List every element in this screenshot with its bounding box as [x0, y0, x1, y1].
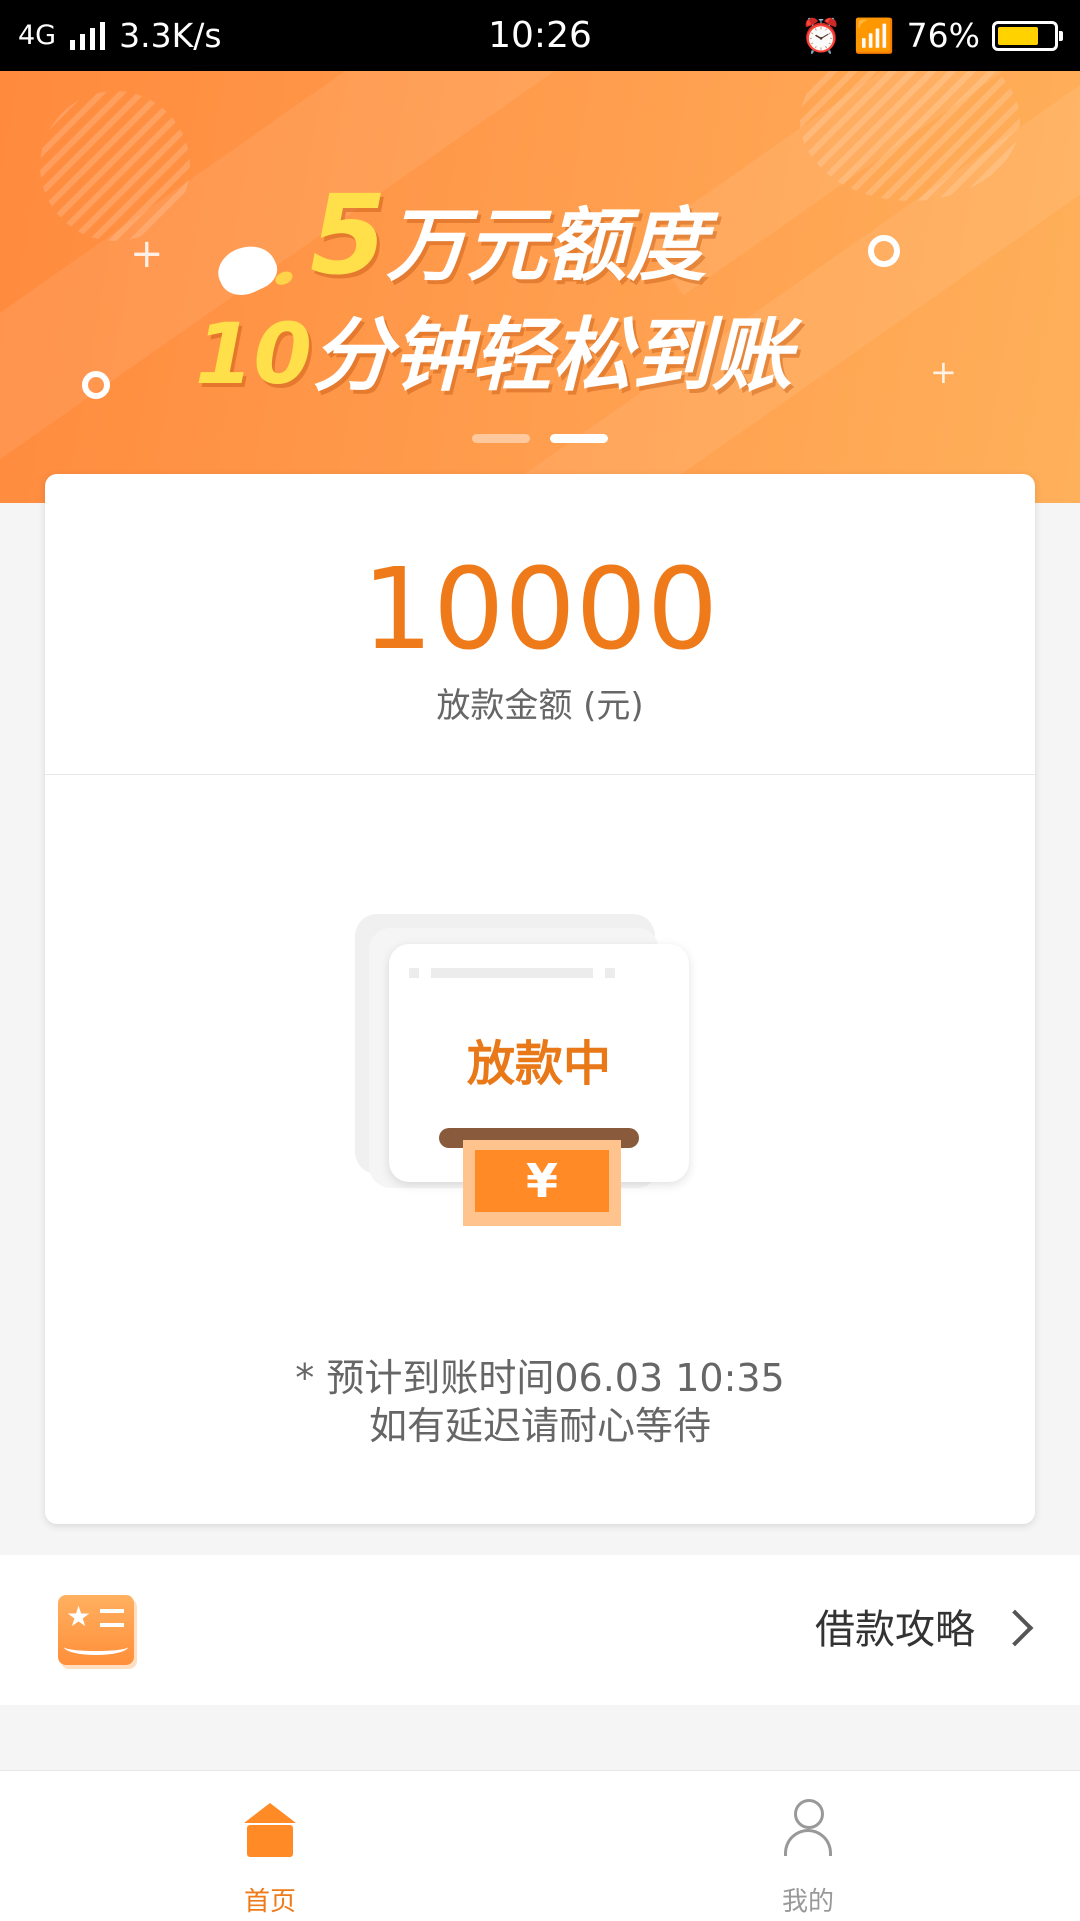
battery-fill [998, 26, 1038, 45]
tab-home-label: 首页 [243, 1887, 296, 1917]
arrival-note: * 预计到账时间06.03 10:35 如有延迟请耐心等待 [45, 1354, 1035, 1450]
disbursing-status: 放款中 [466, 1036, 611, 1092]
home-icon [244, 1803, 296, 1859]
plus-icon: + [930, 353, 957, 391]
tab-mine[interactable]: 我的 [658, 1771, 958, 1921]
banner-headline-2: 10分钟轻松到账 [195, 291, 792, 407]
promo-banner[interactable]: + + 5万元额度 10分钟轻松到账 [0, 71, 1080, 503]
banner-text-1: 万元额度 [386, 199, 707, 292]
eta-text: * 预计到账时间06.03 10:35 [295, 1356, 785, 1400]
delay-text: 如有延迟请耐心等待 [368, 1404, 711, 1448]
battery-icon [992, 20, 1063, 51]
tab-home[interactable]: 首页 [120, 1771, 420, 1921]
yuan-symbol: ¥ [475, 1150, 609, 1212]
banner-text-2: 分钟轻松到账 [311, 309, 792, 402]
tab-mine-label: 我的 [781, 1887, 834, 1917]
loan-status-card: 10000 放款金额 (元) 放款中 ¥ * 预计到账时间06.03 10:35… [45, 474, 1035, 1524]
chevron-right-icon [996, 1609, 1034, 1647]
cash-bill-icon: ¥ [463, 1140, 621, 1226]
guide-ticket-icon: ★ [58, 1595, 134, 1665]
loan-guide-row[interactable]: ★ 借款攻略 [0, 1555, 1080, 1705]
plus-icon: + [130, 231, 164, 277]
loan-guide-label: 借款攻略 [815, 1607, 975, 1653]
alarm-icon: ⏰ [800, 15, 842, 55]
carousel-dot-active[interactable] [550, 434, 608, 443]
bottom-tab-bar: 首页 我的 [0, 1770, 1080, 1921]
status-right: ⏰ 📶 76% [800, 0, 1063, 71]
ring-icon [82, 371, 110, 399]
loan-amount: 10000 [361, 545, 719, 675]
carousel-indicator [0, 434, 1080, 443]
user-icon [782, 1799, 834, 1859]
banner-headline-1: 5万元额度 [310, 171, 707, 299]
battery-percent: 76% [906, 16, 980, 55]
banner-number-2: 10 [195, 305, 312, 403]
loan-amount-label: 放款金额 (元) [436, 686, 644, 726]
disbursing-illustration: 放款中 ¥ [355, 914, 695, 1226]
banner-number-1: 5 [310, 171, 387, 299]
banner-decor-circle [40, 91, 190, 241]
divider [45, 774, 1035, 775]
wifi-icon: 📶 [853, 15, 895, 55]
ring-icon [868, 235, 900, 267]
status-bar: 4G 3.3K/s 10:26 ⏰ 📶 76% [0, 0, 1080, 71]
carousel-dot[interactable] [472, 434, 530, 443]
